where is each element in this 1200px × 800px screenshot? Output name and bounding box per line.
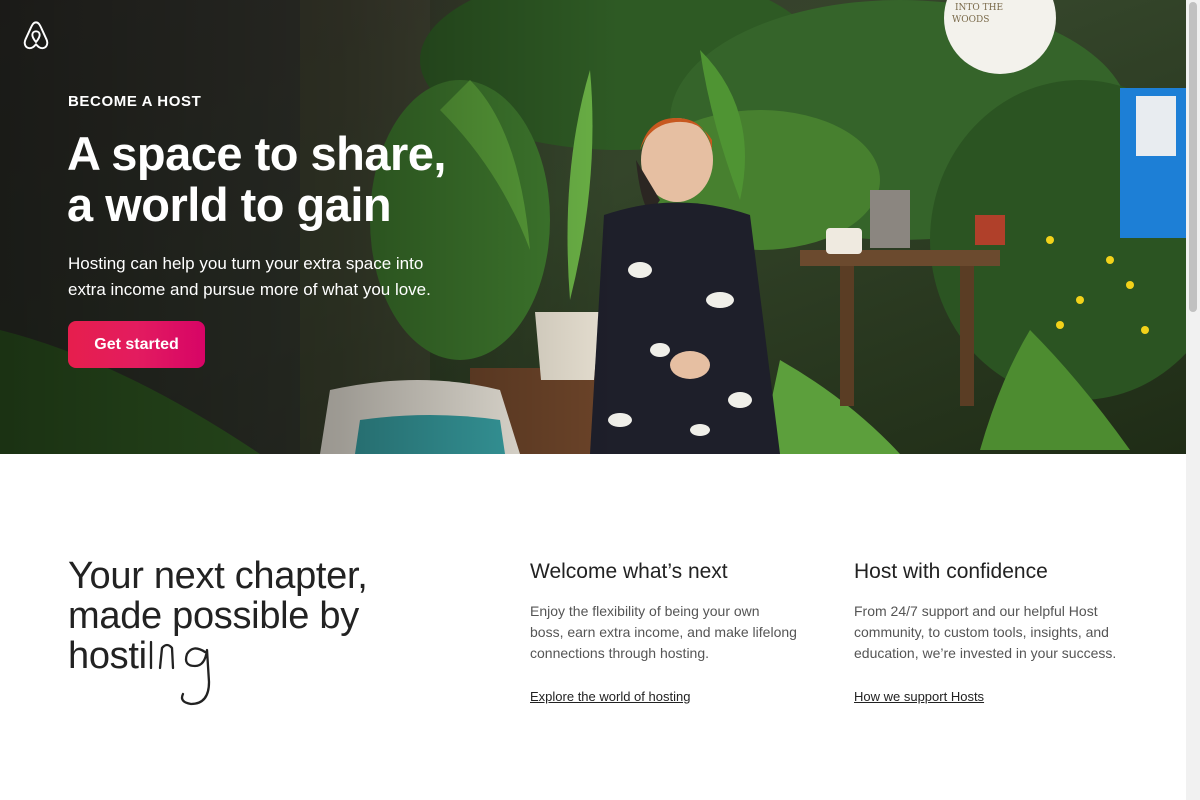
- column-heading: Welcome what’s next: [530, 560, 728, 583]
- section-title-line: hosti: [68, 635, 147, 677]
- hero-subtitle: Hosting can help you turn your extra spa…: [68, 251, 488, 303]
- feature-column-confidence: Host with confidence From 24/7 support a…: [854, 560, 1154, 704]
- column-body: Enjoy the flexibility of being your own …: [530, 601, 830, 664]
- hero-subtitle-line: Hosting can help you turn your extra spa…: [68, 254, 424, 273]
- svg-text:WOODS: WOODS: [952, 15, 989, 25]
- section-title: Your next chapter, made possible by host…: [68, 556, 468, 676]
- column-body-line: Enjoy the flexibility of being your own: [530, 603, 760, 619]
- scrollbar-thumb[interactable]: [1189, 2, 1197, 312]
- column-body-line: boss, earn extra income, and make lifelo…: [530, 624, 797, 640]
- explore-hosting-link[interactable]: Explore the world of hosting: [530, 689, 690, 704]
- column-body-line: community, to custom tools, insights, an…: [854, 624, 1109, 640]
- column-body-line: From 24/7 support and our helpful Host: [854, 603, 1098, 619]
- hero-eyebrow: BECOME A HOST: [68, 93, 202, 110]
- section-title-line: made possible by: [68, 595, 359, 637]
- script-handwriting: [149, 640, 211, 706]
- hero-section: INTO THE WOODS BECOME A HOST A space to …: [0, 0, 1186, 454]
- get-started-button[interactable]: Get started: [68, 321, 205, 368]
- column-body-line: connections through hosting.: [530, 645, 710, 661]
- feature-column-welcome: Welcome what’s next Enjoy the flexibilit…: [530, 560, 830, 704]
- column-body-line: education, we’re invested in your succes…: [854, 645, 1117, 661]
- section-title-line: Your next chapter,: [68, 555, 368, 597]
- hero-subtitle-line: extra income and pursue more of what you…: [68, 280, 431, 299]
- column-body: From 24/7 support and our helpful Host c…: [854, 601, 1154, 664]
- airbnb-logo-icon[interactable]: [22, 20, 50, 51]
- column-heading: Host with confidence: [854, 560, 1048, 583]
- svg-text:INTO THE: INTO THE: [955, 3, 1003, 13]
- hero-title-line: A space to share,: [67, 127, 446, 180]
- support-hosts-link[interactable]: How we support Hosts: [854, 689, 984, 704]
- hero-title: A space to share, a world to gain: [67, 128, 587, 230]
- hero-title-line: a world to gain: [67, 178, 392, 231]
- page-scrollbar[interactable]: [1186, 0, 1200, 800]
